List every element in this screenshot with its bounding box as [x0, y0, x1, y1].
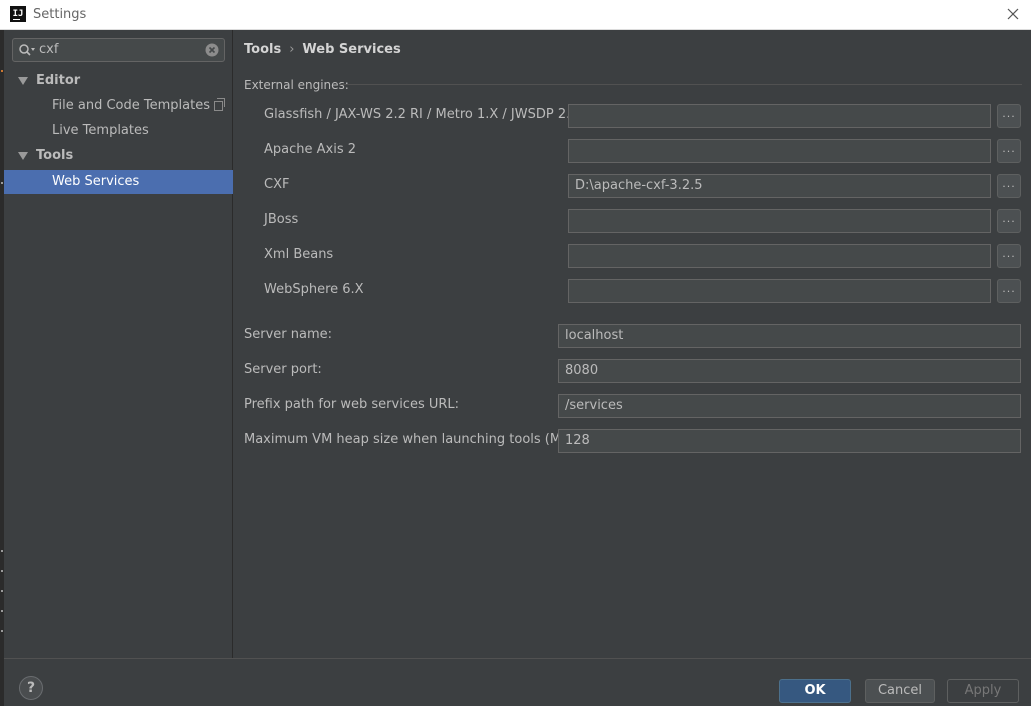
server-name-label: Server name: [244, 327, 333, 342]
browse-button-apache-axis2[interactable]: ... [997, 139, 1021, 163]
sidebar-item-label: Live Templates [52, 123, 149, 138]
breadcrumb-parent: Tools [244, 42, 282, 57]
sidebar-item-tools[interactable]: Tools [4, 144, 233, 168]
engine-label-xml-beans: Xml Beans [264, 247, 334, 262]
engine-label-glassfish: Glassfish / JAX-WS 2.2 RI / Metro 1.X / … [264, 107, 579, 122]
engine-path-cxf[interactable]: D:\apache-cxf-3.2.5 [568, 174, 991, 198]
settings-search-field[interactable]: cxf [12, 38, 225, 62]
browse-button-jboss[interactable]: ... [997, 209, 1021, 233]
breadcrumb: Tools › Web Services [244, 42, 401, 57]
window-title: Settings [33, 7, 87, 22]
sidebar-item-label: File and Code Templates [52, 98, 210, 113]
help-button[interactable]: ? [19, 676, 43, 700]
marker-dot [1, 182, 3, 184]
browse-button-glassfish[interactable]: ... [997, 104, 1021, 128]
server-port-label: Server port: [244, 362, 322, 377]
engine-label-apache-axis2: Apache Axis 2 [264, 142, 357, 157]
ok-button[interactable]: OK [779, 679, 851, 703]
sidebar-item-label: Web Services [52, 174, 140, 189]
sidebar-item-label: Tools [36, 148, 74, 163]
settings-content: Tools › Web Services External engines: Gla… [234, 30, 1031, 658]
engine-path-glassfish[interactable] [568, 104, 991, 128]
prefix-path-field[interactable]: /services [558, 394, 1021, 418]
marker-dot [1, 570, 3, 572]
max-heap-size-field[interactable]: 128 [558, 429, 1021, 453]
settings-sidebar: cxf Editor File and Code Templates Live … [4, 30, 233, 658]
engine-label-websphere: WebSphere 6.X [264, 282, 364, 297]
marker-dot [1, 610, 3, 612]
server-name-field[interactable]: localhost [558, 324, 1021, 348]
breadcrumb-separator: › [289, 42, 295, 57]
project-scope-icon [214, 98, 225, 111]
dialog-footer: ? OK Cancel Apply [4, 658, 1031, 706]
browse-button-websphere[interactable]: ... [997, 279, 1021, 303]
cancel-button[interactable]: Cancel [865, 679, 935, 703]
search-input[interactable]: cxf [39, 42, 58, 57]
engine-path-apache-axis2[interactable] [568, 139, 991, 163]
sidebar-item-live-templates[interactable]: Live Templates [4, 119, 233, 143]
engine-label-jboss: JBoss [264, 212, 299, 227]
marker-dot [1, 590, 3, 592]
engine-path-xml-beans[interactable] [568, 244, 991, 268]
expand-arrow-icon[interactable] [18, 77, 28, 85]
engine-path-jboss[interactable] [568, 209, 991, 233]
apply-button[interactable]: Apply [947, 679, 1019, 703]
intellij-icon: IJ [10, 6, 26, 22]
search-icon[interactable] [18, 43, 36, 57]
external-engines-title: External engines: [244, 78, 349, 92]
sidebar-item-editor[interactable]: Editor [4, 69, 233, 93]
title-bar: IJ Settings [0, 0, 1031, 30]
marker-dot [1, 70, 3, 72]
clear-search-icon[interactable] [205, 43, 219, 57]
close-icon[interactable] [1003, 4, 1023, 24]
browse-button-xml-beans[interactable]: ... [997, 244, 1021, 268]
breadcrumb-current: Web Services [302, 42, 401, 57]
prefix-path-label: Prefix path for web services URL: [244, 397, 460, 412]
marker-dot [1, 550, 3, 552]
sidebar-item-file-and-code-templates[interactable]: File and Code Templates [4, 94, 233, 118]
server-port-field[interactable]: 8080 [558, 359, 1021, 383]
max-heap-size-label: Maximum VM heap size when launching tool… [244, 432, 579, 447]
sidebar-item-web-services[interactable]: Web Services [4, 170, 233, 194]
sidebar-item-label: Editor [36, 73, 81, 88]
expand-arrow-icon[interactable] [18, 152, 28, 160]
engine-path-websphere[interactable] [568, 279, 991, 303]
browse-button-cxf[interactable]: ... [997, 174, 1021, 198]
section-divider [339, 84, 1022, 85]
marker-dot [1, 630, 3, 632]
engine-label-cxf: CXF [264, 177, 290, 192]
